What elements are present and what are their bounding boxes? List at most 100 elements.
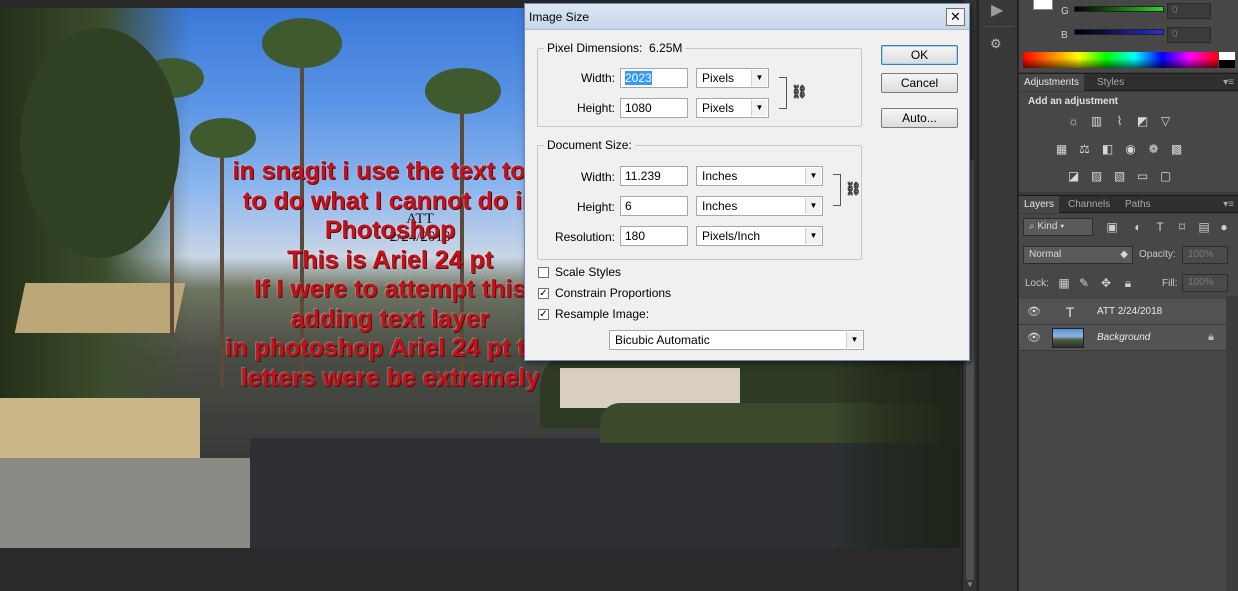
document-width-input[interactable]: 11.239 [620, 166, 688, 186]
document-width-unit-select[interactable]: Inches ▼ [696, 166, 823, 186]
tab-paths[interactable]: Paths [1120, 196, 1156, 213]
blue-channel-input[interactable]: 0 [1167, 27, 1211, 43]
brightness-icon[interactable]: ☼ [1065, 114, 1082, 128]
selective-color-icon[interactable]: ▢ [1157, 169, 1174, 183]
layer-thumbnail [1052, 328, 1084, 348]
levels-icon[interactable]: ▥ [1088, 114, 1105, 128]
layer-row-background[interactable]: 👁︎ Background 🔒︎ [1019, 325, 1226, 351]
tab-adjustments[interactable]: Adjustments [1019, 74, 1085, 91]
exposure-icon[interactable]: ◩ [1134, 114, 1151, 128]
scroll-down-icon[interactable]: ▼ [966, 581, 974, 589]
resample-image-checkbox[interactable]: ✓ [538, 309, 549, 320]
adjustments-panel: Add an adjustment ☼ ▥ ⌇ ◩ ▽ ▦ ⚖ ◧ ◉ ❁ ▩ … [1019, 92, 1238, 192]
filter-adjustment-icon[interactable]: ◐ [1131, 220, 1145, 234]
filter-type-icon[interactable]: T [1153, 220, 1167, 234]
filter-toggle-icon[interactable]: ● [1217, 220, 1231, 234]
black-white-swatch[interactable] [1219, 52, 1235, 68]
scale-styles-label: Scale Styles [555, 265, 622, 279]
channel-mixer-icon[interactable]: ❁ [1145, 142, 1162, 156]
resolution-unit-select[interactable]: Pixels/Inch ▼ [696, 226, 823, 246]
lock-all-icon[interactable]: 🔒︎ [1121, 276, 1135, 290]
color-panel: G 0 B 0 [1019, 0, 1238, 72]
pixel-width-unit-select[interactable]: Pixels ▼ [696, 68, 769, 88]
chevron-down-icon: ▼ [805, 198, 821, 214]
invert-icon[interactable]: ◪ [1065, 169, 1082, 183]
vibrance-icon[interactable]: ▽ [1157, 114, 1174, 128]
pixel-height-unit-select[interactable]: Pixels ▼ [696, 98, 769, 118]
color-spectrum-ramp[interactable] [1023, 52, 1218, 68]
ok-button[interactable]: OK [881, 45, 958, 65]
filter-pixel-icon[interactable]: ▣ [1105, 220, 1119, 234]
scale-styles-checkbox[interactable] [538, 267, 549, 278]
lock-image-icon[interactable]: ✎ [1077, 276, 1091, 290]
tab-channels[interactable]: Channels [1063, 196, 1115, 213]
photo-filter-icon[interactable]: ◉ [1122, 142, 1139, 156]
pixel-width-input[interactable]: 2023 [620, 68, 688, 88]
layer-row-att[interactable]: 👁︎ T ATT 2/24/2018 [1019, 299, 1226, 325]
chevron-down-icon: ▼ [805, 168, 821, 184]
layers-scrollbar[interactable] [1226, 296, 1238, 591]
resample-method-select[interactable]: Bicubic Automatic ▼ [609, 330, 864, 350]
layer-filter-kind-select[interactable]: ⌕ Kind ▾ [1023, 218, 1093, 236]
adjustments-heading: Add an adjustment [1028, 96, 1119, 107]
dialog-titlebar[interactable]: Image Size ✕ [525, 4, 969, 30]
visibility-eye-icon[interactable]: 👁︎ [1027, 331, 1041, 344]
panel-menu-icon[interactable]: ▾≡ [1223, 196, 1234, 213]
panel-menu-icon[interactable]: ▾≡ [1223, 74, 1234, 91]
pixel-height-input[interactable]: 1080 [620, 98, 688, 118]
layer-name: Background [1097, 332, 1151, 343]
constrain-proportions-checkbox[interactable]: ✓ [538, 288, 549, 299]
curves-icon[interactable]: ⌇ [1111, 114, 1128, 128]
lock-transparent-icon[interactable]: ▦ [1057, 276, 1071, 290]
auto-button[interactable]: Auto... [881, 108, 958, 128]
fill-input[interactable]: 100% [1182, 274, 1228, 292]
lock-position-icon[interactable]: ✥ [1099, 276, 1113, 290]
green-channel-slider[interactable] [1074, 6, 1164, 12]
layer-name: ATT 2/24/2018 [1097, 306, 1163, 317]
image-size-dialog: Image Size ✕ Pixel Dimensions: 6.25M Wid… [524, 3, 970, 361]
resolution-label: Resolution: [554, 230, 615, 244]
close-button[interactable]: ✕ [946, 8, 965, 26]
tab-layers[interactable]: Layers [1019, 196, 1060, 213]
filter-shape-icon[interactable]: ⌑ [1175, 220, 1189, 234]
blend-mode-select[interactable]: Normal ◆ [1023, 246, 1133, 264]
pixel-dimensions-legend: Pixel Dimensions: 6.25M [547, 41, 683, 55]
document-height-unit-select[interactable]: Inches ▼ [696, 196, 823, 216]
gradient-map-icon[interactable]: ▭ [1134, 169, 1151, 183]
posterize-icon[interactable]: ▨ [1088, 169, 1105, 183]
opacity-label: Opacity: [1139, 249, 1176, 260]
opacity-input[interactable]: 100% [1182, 246, 1228, 264]
tab-styles[interactable]: Styles [1092, 74, 1129, 91]
visibility-eye-icon[interactable]: 👁︎ [1027, 305, 1041, 318]
photoshop-window: ATT 2/24/2018 in snagit i use the text t… [0, 0, 1238, 591]
color-lookup-icon[interactable]: ▩ [1168, 142, 1185, 156]
document-height-input[interactable]: 6 [620, 196, 688, 216]
green-channel-input[interactable]: 0 [1167, 3, 1211, 19]
document-width-label: Width: [580, 170, 615, 184]
threshold-icon[interactable]: ▧ [1111, 169, 1128, 183]
foreground-color-swatch[interactable] [1033, 0, 1053, 10]
resolution-input[interactable]: 180 [620, 226, 688, 246]
color-balance-icon[interactable]: ⚖ [1076, 142, 1093, 156]
properties-icon[interactable]: ⚙ [990, 36, 1008, 52]
constrain-proportions-label: Constrain Proportions [555, 286, 672, 300]
overlay-line: letters were be extremely [240, 363, 540, 392]
chain-link-icon[interactable]: ⛓ [791, 84, 808, 100]
chain-link-icon[interactable]: ⛓ [845, 181, 862, 197]
blue-channel-label: B [1061, 30, 1068, 41]
canvas-pasteboard [0, 548, 960, 591]
cancel-button[interactable]: Cancel [881, 73, 958, 93]
pixel-dimensions-size: 6.25M [649, 41, 683, 55]
right-panels: G 0 B 0 Adjustments Styles ▾≡ Add an adj… [1019, 0, 1238, 591]
document-height-label: Height: [576, 200, 615, 214]
blue-channel-slider[interactable] [1074, 29, 1164, 35]
play-icon[interactable]: ▶ [991, 0, 1003, 20]
lock-label: Lock: [1025, 278, 1049, 289]
adjustments-tabbar: Adjustments Styles ▾≡ [1019, 73, 1238, 91]
document-size-legend: Document Size: [547, 138, 632, 152]
black-white-icon[interactable]: ◧ [1099, 142, 1116, 156]
hue-saturation-icon[interactable]: ▦ [1053, 142, 1070, 156]
filter-smart-object-icon[interactable]: ▤ [1197, 220, 1211, 234]
close-icon: ✕ [950, 9, 961, 24]
fill-label: Fill: [1162, 278, 1178, 289]
